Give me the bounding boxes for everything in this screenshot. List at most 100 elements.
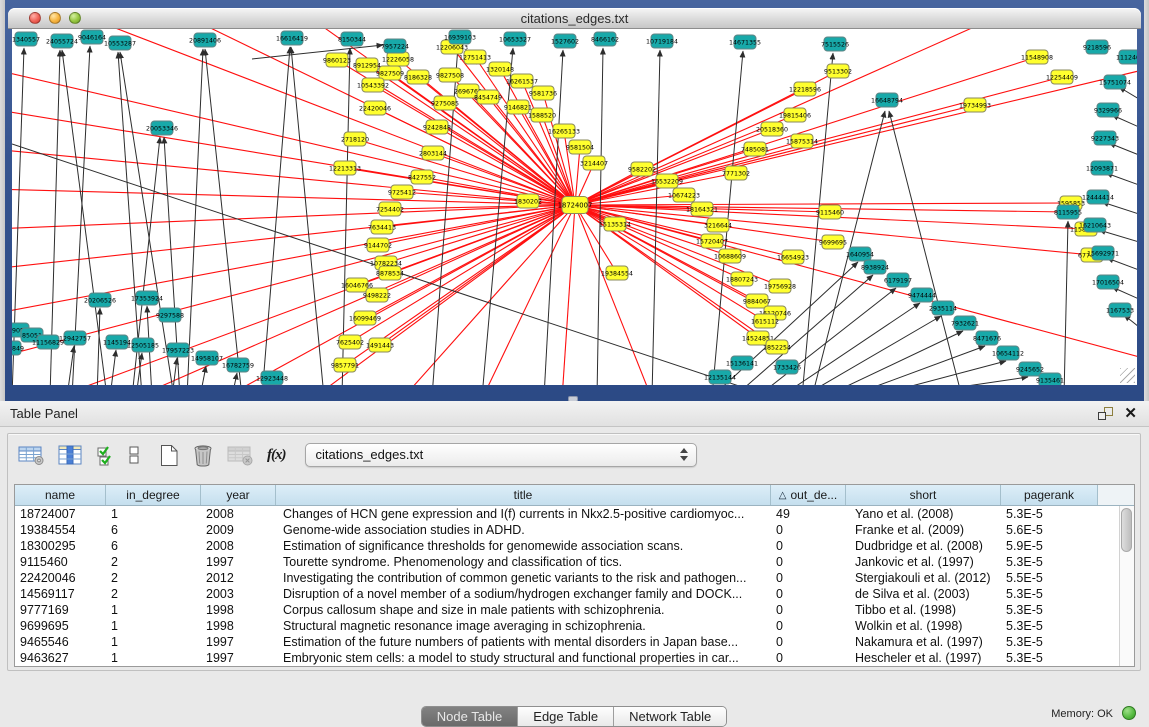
graph-node[interactable]: 7771302 <box>722 166 750 180</box>
graph-node[interactable]: 17957223 <box>162 343 194 357</box>
memory-ok-indicator-icon[interactable] <box>1122 706 1136 720</box>
graph-node[interactable]: 9857791 <box>331 358 359 372</box>
table-cell[interactable]: 1998 <box>201 619 276 633</box>
table-cell[interactable]: Dudbridge et al. (2008) <box>846 539 1001 553</box>
function-builder-icon[interactable]: f(x) <box>267 447 286 464</box>
table-cell[interactable]: 5.3E-5 <box>1001 651 1098 665</box>
table-cell[interactable]: Disruption of a novel member of a sodium… <box>276 587 771 601</box>
citation-network-graph[interactable]: 9860123 8912954 12226058 9827509 8186328… <box>12 29 1137 385</box>
graph-node[interactable]: 20206526 <box>84 293 116 307</box>
graph-node[interactable]: 10653327 <box>499 32 531 46</box>
graph-node[interactable]: 9242848 <box>423 120 451 134</box>
graph-node[interactable]: 1852254 <box>763 340 791 354</box>
column-header-in_degree[interactable]: in_degree <box>106 485 201 505</box>
graph-node[interactable]: 14958107 <box>191 351 223 365</box>
graph-node[interactable]: 12135144 <box>704 370 736 384</box>
new-document-icon[interactable] <box>159 444 179 467</box>
table-cell[interactable]: Hescheler et al. (1997) <box>846 651 1001 665</box>
table-cell[interactable]: 0 <box>771 523 846 537</box>
graph-node[interactable]: 15135314 <box>599 217 631 231</box>
graph-node[interactable]: 9699695 <box>819 235 847 249</box>
graph-node[interactable]: 1830202 <box>514 194 542 208</box>
column-header-title[interactable]: title <box>276 485 771 505</box>
graph-node[interactable]: 19384554 <box>601 266 633 280</box>
table-cell[interactable]: 6 <box>106 523 201 537</box>
graph-node[interactable]: 24055724 <box>46 34 78 48</box>
table-row[interactable]: 969969511998Structural magnetic resonanc… <box>15 618 1134 634</box>
table-cell[interactable]: 1 <box>106 603 201 617</box>
table-cell[interactable]: 1997 <box>201 555 276 569</box>
graph-node[interactable]: 15720407 <box>696 234 728 248</box>
close-panel-icon[interactable]: ✕ <box>1124 404 1137 422</box>
graph-node[interactable]: 17353924 <box>131 291 163 305</box>
column-header-name[interactable]: name <box>15 485 106 505</box>
graph-node[interactable]: 19756928 <box>764 279 796 293</box>
graph-node[interactable]: 3214407 <box>580 156 608 170</box>
table-cell[interactable]: 19384554 <box>15 523 106 537</box>
graph-node[interactable]: 12505185 <box>127 338 159 352</box>
table-cell[interactable]: 5.3E-5 <box>1001 555 1098 569</box>
graph-node[interactable]: 12254409 <box>1046 70 1078 84</box>
graph-node[interactable]: 8186328 <box>404 70 432 84</box>
scrollbar-thumb[interactable] <box>1121 508 1132 552</box>
graph-node[interactable]: 12218596 <box>789 82 821 96</box>
table-cell[interactable]: 2008 <box>201 539 276 553</box>
graph-node[interactable]: 9329966 <box>1094 103 1122 117</box>
graph-node[interactable]: 16648794 <box>871 93 903 107</box>
table-cell[interactable]: Investigating the contribution of common… <box>276 571 771 585</box>
graph-node[interactable]: 9275085 <box>431 96 459 110</box>
graph-node[interactable]: 6179197 <box>884 273 912 287</box>
graph-node[interactable]: 10654112 <box>992 346 1024 360</box>
table-cell[interactable]: 2 <box>106 555 201 569</box>
table-cell[interactable]: 1998 <box>201 603 276 617</box>
table-cell[interactable]: 6 <box>106 539 201 553</box>
graph-node[interactable]: 16099469 <box>349 311 381 325</box>
table-cell[interactable]: 5.6E-5 <box>1001 523 1098 537</box>
table-row[interactable]: 946554611997Estimation of the future num… <box>15 634 1134 650</box>
table-cell[interactable]: 5.3E-5 <box>1001 603 1098 617</box>
table-selector-dropdown[interactable]: citations_edges.txt <box>305 443 697 467</box>
table-cell[interactable]: 1 <box>106 635 201 649</box>
table-row[interactable]: 911546021997Tourette syndrome. Phenomeno… <box>15 554 1134 570</box>
table-cell[interactable]: 9115460 <box>15 555 106 569</box>
network-view-canvas[interactable]: 9860123 8912954 12226058 9827509 8186328… <box>12 29 1137 385</box>
table-cell[interactable]: de Silva et al. (2003) <box>846 587 1001 601</box>
graph-node[interactable]: 16782759 <box>222 358 254 372</box>
graph-node[interactable]: 15692971 <box>1087 246 1119 260</box>
delete-trash-icon[interactable] <box>192 444 214 467</box>
graph-node[interactable]: 7515526 <box>821 37 849 51</box>
graph-node[interactable]: 18164321 <box>686 202 718 216</box>
column-header-short[interactable]: short <box>846 485 1001 505</box>
table-cell[interactable]: Embryonic stem cells: a model to study s… <box>276 651 771 665</box>
graph-node[interactable]: 16532209 <box>651 174 683 188</box>
graph-node[interactable]: 7634413 <box>368 220 396 234</box>
table-cell[interactable]: Corpus callosum shape and size in male p… <box>276 603 771 617</box>
select-columns-icon[interactable] <box>96 444 116 466</box>
graph-node[interactable]: 17016504 <box>1092 275 1124 289</box>
table-cell[interactable]: 5.3E-5 <box>1001 635 1098 649</box>
graph-node[interactable]: 10719184 <box>646 34 678 48</box>
graph-hub-node[interactable]: 18724007 <box>558 197 593 214</box>
graph-node[interactable]: 9046164 <box>78 30 106 44</box>
graph-node[interactable]: 9115460 <box>816 205 844 219</box>
table-cell[interactable]: 2 <box>106 571 201 585</box>
table-cell[interactable]: Tourette syndrome. Phenomenology and cla… <box>276 555 771 569</box>
table-row[interactable]: 1456911722003Disruption of a novel membe… <box>15 586 1134 602</box>
graph-node[interactable]: 9582202 <box>628 162 656 176</box>
table-cell[interactable]: 18300295 <box>15 539 106 553</box>
graph-node[interactable]: 9725412 <box>388 185 416 199</box>
graph-node[interactable]: 9297588 <box>156 308 184 322</box>
table-row[interactable]: 1938455462009Genome-wide association stu… <box>15 522 1134 538</box>
graph-node[interactable]: 7254402 <box>376 202 404 216</box>
graph-node[interactable]: 2803144 <box>419 146 447 160</box>
graph-node[interactable]: 8150344 <box>338 32 366 46</box>
graph-node[interactable]: 8454749 <box>474 90 502 104</box>
graph-node[interactable]: 19734993 <box>959 98 991 112</box>
graph-node[interactable]: 9227343 <box>1091 131 1119 145</box>
graph-node[interactable]: 1640954 <box>846 247 874 261</box>
table-row[interactable]: 2242004622012Investigating the contribut… <box>15 570 1134 586</box>
graph-node[interactable]: 10553287 <box>104 36 136 50</box>
graph-node[interactable]: 1615112 <box>751 314 779 328</box>
table-cell[interactable]: Estimation of significance thresholds fo… <box>276 539 771 553</box>
table-cell[interactable]: Wolkin et al. (1998) <box>846 619 1001 633</box>
